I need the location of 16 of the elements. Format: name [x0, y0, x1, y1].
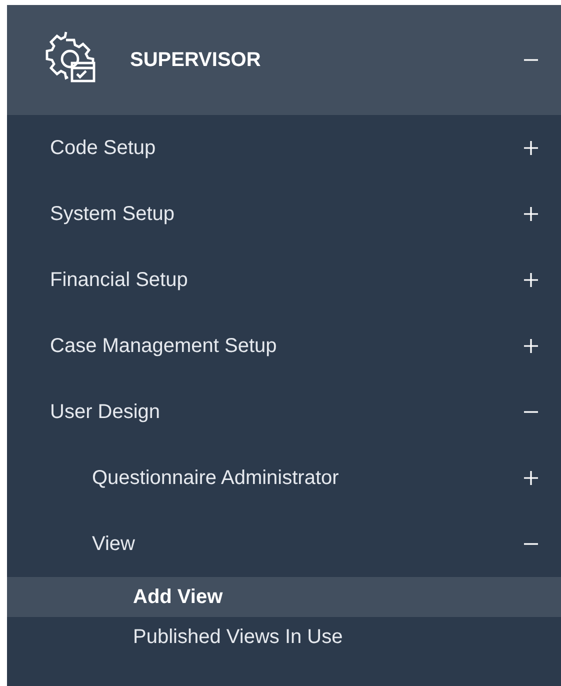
menu-item[interactable]: View — [7, 511, 561, 577]
plus-icon[interactable] — [523, 140, 539, 156]
plus-icon[interactable] — [523, 338, 539, 354]
menu-item[interactable]: Questionnaire Administrator — [7, 445, 561, 511]
plus-icon[interactable] — [523, 206, 539, 222]
menu-item[interactable]: Code Setup — [7, 115, 561, 181]
menu-item[interactable]: Add View — [7, 577, 561, 617]
plus-icon[interactable] — [523, 470, 539, 486]
menu-item[interactable]: Published Views In Use — [7, 617, 561, 657]
menu-item[interactable]: Case Management Setup — [7, 313, 561, 379]
menu-item[interactable]: Financial Setup — [7, 247, 561, 313]
menu-item[interactable]: System Setup — [7, 181, 561, 247]
section-title: SUPERVISOR — [130, 48, 261, 73]
section-header[interactable]: SUPERVISOR — [7, 5, 561, 115]
plus-icon[interactable] — [523, 272, 539, 288]
menu-item[interactable]: User Design — [7, 379, 561, 445]
